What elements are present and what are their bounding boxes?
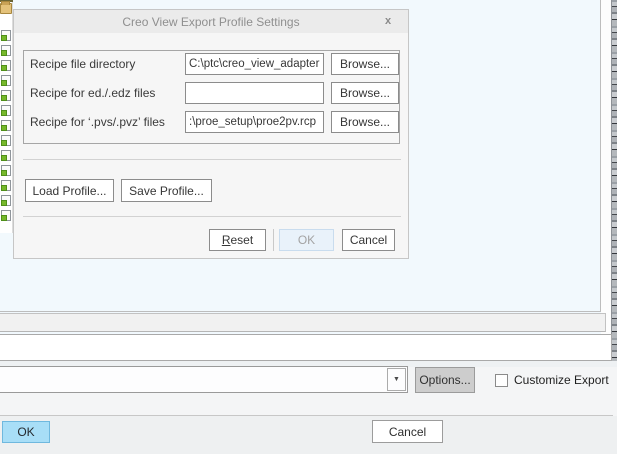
- app-window: ▼ Options... Customize Export OK Cancel …: [0, 0, 617, 454]
- part-icon[interactable]: [1, 75, 11, 86]
- reset-button[interactable]: Reset: [209, 229, 266, 251]
- part-icon[interactable]: [1, 105, 11, 116]
- part-icon[interactable]: [1, 150, 11, 161]
- chevron-down-icon[interactable]: ▼: [387, 368, 406, 391]
- status-bar: [0, 313, 606, 332]
- divider: [23, 216, 401, 217]
- part-icon[interactable]: [1, 135, 11, 146]
- part-icon[interactable]: [1, 180, 11, 191]
- recipe-pvz-label: Recipe for ‘.pvs/.pvz’ files: [30, 115, 165, 129]
- recipe-directory-field[interactable]: C:\ptc\creo_view_adapter: [185, 53, 324, 75]
- part-icon[interactable]: [1, 120, 11, 131]
- options-button[interactable]: Options...: [415, 367, 475, 393]
- recipe-pvz-field[interactable]: :\proe_setup\proe2pv.rcp: [185, 111, 324, 133]
- recipe-directory-label: Recipe file directory: [30, 57, 136, 71]
- creo-view-export-profile-settings-dialog: Creo View Export Profile Settings x Reci…: [13, 9, 409, 259]
- customize-export-label: Customize Export: [514, 373, 609, 387]
- window-footer: [0, 416, 617, 454]
- dialog-titlebar[interactable]: Creo View Export Profile Settings x: [14, 10, 408, 33]
- part-icon[interactable]: [1, 90, 11, 101]
- part-icon[interactable]: [1, 210, 11, 221]
- part-icon[interactable]: [1, 165, 11, 176]
- part-icon[interactable]: [1, 60, 11, 71]
- browse-directory-button[interactable]: Browse...: [331, 53, 399, 75]
- save-profile-button[interactable]: Save Profile...: [121, 179, 212, 202]
- browse-edz-button[interactable]: Browse...: [331, 82, 399, 104]
- dialog-title: Creo View Export Profile Settings: [122, 14, 300, 29]
- dialog-cancel-button[interactable]: Cancel: [342, 229, 395, 251]
- load-profile-button[interactable]: Load Profile...: [25, 179, 114, 202]
- customize-export-checkbox[interactable]: [495, 374, 508, 387]
- part-icon[interactable]: [1, 30, 11, 41]
- export-ok-button[interactable]: OK: [2, 421, 50, 443]
- filename-input[interactable]: [0, 334, 612, 361]
- recipe-edz-label: Recipe for ed./.edz files: [30, 86, 156, 100]
- close-icon[interactable]: x: [381, 14, 395, 28]
- part-icon[interactable]: [1, 195, 11, 206]
- dialog-ok-button-disabled[interactable]: OK: [279, 229, 334, 251]
- part-icon[interactable]: [1, 45, 11, 56]
- divider: [23, 159, 401, 160]
- browse-pvz-button[interactable]: Browse...: [331, 111, 399, 133]
- model-tree-strip: [0, 0, 13, 233]
- clipped-right-window-edge: [611, 0, 617, 372]
- export-cancel-button[interactable]: Cancel: [372, 420, 443, 443]
- reset-mnemonic: R: [221, 233, 231, 247]
- recipe-edz-field[interactable]: [185, 82, 324, 104]
- export-type-combobox[interactable]: ▼: [0, 366, 408, 393]
- folder-icon[interactable]: [0, 1, 12, 14]
- reset-label-rest: eset: [230, 233, 254, 247]
- button-separator: [273, 229, 274, 251]
